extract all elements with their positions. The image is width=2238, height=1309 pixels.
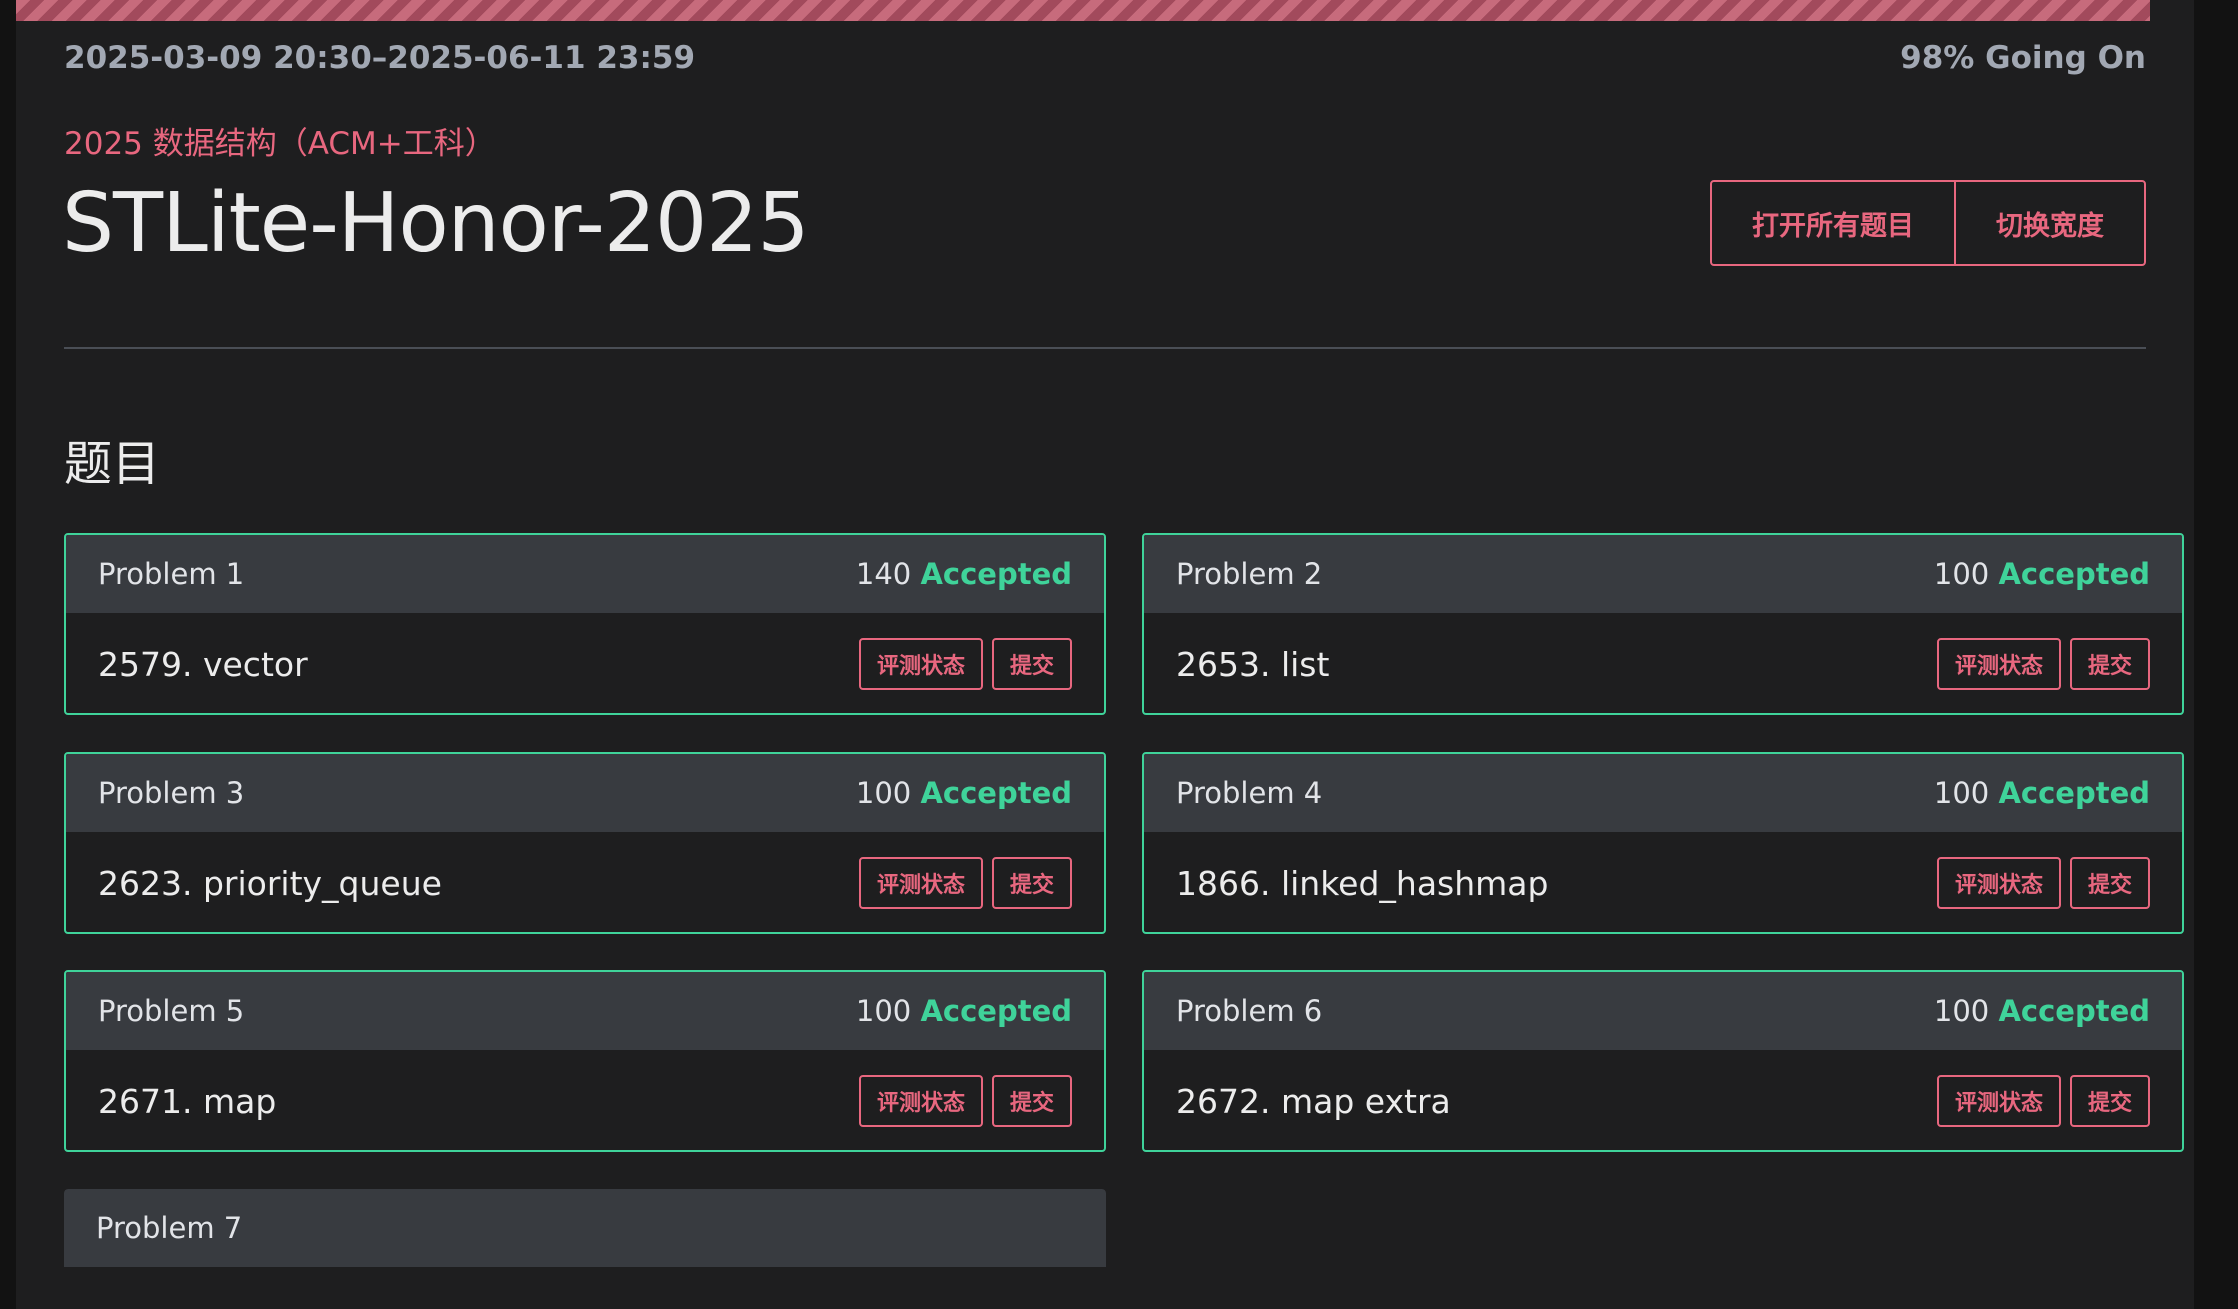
problem-label: Problem 3 xyxy=(98,776,245,810)
problem-label: Problem 6 xyxy=(1176,994,1323,1028)
problem-actions: 评测状态 提交 xyxy=(1936,1075,2150,1127)
problem-actions: 评测状态 提交 xyxy=(1936,857,2150,909)
problem-card-header: Problem 2 100 Accepted xyxy=(1144,535,2182,613)
contest-meta-row: 2025-03-09 20:30–2025-06-11 23:59 98% Go… xyxy=(64,40,2146,76)
problem-label: Problem 1 xyxy=(98,557,245,591)
contest-status: 98% Going On xyxy=(1900,40,2146,76)
verdict-accepted: Accepted xyxy=(920,776,1072,810)
problem-card: Problem 5 100 Accepted 2671. map 评测状态 提交 xyxy=(64,970,1106,1152)
score-value: 100 xyxy=(855,776,912,810)
problem-card-body: 1866. linked_hashmap 评测状态 提交 xyxy=(1144,832,2182,932)
open-all-problems-button[interactable]: 打开所有题目 xyxy=(1712,182,1954,264)
score-value: 100 xyxy=(855,994,912,1028)
judge-status-button[interactable]: 评测状态 xyxy=(1936,1075,2061,1127)
problem-card-header: Problem 6 100 Accepted xyxy=(1144,972,2182,1050)
header-divider xyxy=(64,347,2146,349)
problem-card-body: 2653. list 评测状态 提交 xyxy=(1144,613,2182,713)
contest-page: 2025-03-09 20:30–2025-06-11 23:59 98% Go… xyxy=(16,0,2194,1309)
problem-card-body: 2579. vector 评测状态 提交 xyxy=(66,613,1104,713)
problem-card-body: 2671. map 评测状态 提交 xyxy=(66,1050,1104,1150)
submit-button[interactable]: 提交 xyxy=(991,638,1072,690)
problem-actions: 评测状态 提交 xyxy=(858,857,1072,909)
problem-name-link[interactable]: 1866. linked_hashmap xyxy=(1176,864,1548,903)
judge-status-button[interactable]: 评测状态 xyxy=(1936,638,2061,690)
submit-button[interactable]: 提交 xyxy=(991,1075,1072,1127)
problem-card-header: Problem 5 100 Accepted xyxy=(66,972,1104,1050)
contest-time-range: 2025-03-09 20:30–2025-06-11 23:59 xyxy=(64,40,696,76)
problem-card-header: Problem 1 140 Accepted xyxy=(66,535,1104,613)
problem-score: 100 Accepted xyxy=(856,776,1072,810)
problem-card: Problem 3 100 Accepted 2623. priority_qu… xyxy=(64,752,1106,934)
problem-score: 140 Accepted xyxy=(856,557,1072,591)
problem-label: Problem 7 xyxy=(96,1211,243,1245)
contest-progress-fill xyxy=(16,0,2151,21)
problem-card-header: Problem 3 100 Accepted xyxy=(66,754,1104,832)
problem-name-link[interactable]: 2653. list xyxy=(1176,645,1329,684)
verdict-accepted: Accepted xyxy=(1998,994,2150,1028)
problem-actions: 评测状态 提交 xyxy=(858,638,1072,690)
submit-button[interactable]: 提交 xyxy=(2069,1075,2150,1127)
problem-card: Problem 6 100 Accepted 2672. map extra 评… xyxy=(1142,970,2184,1152)
judge-status-button[interactable]: 评测状态 xyxy=(1936,857,2061,909)
problem-name-link[interactable]: 2671. map xyxy=(98,1082,276,1121)
problem-score: 100 Accepted xyxy=(1934,994,2150,1028)
verdict-accepted: Accepted xyxy=(920,557,1072,591)
course-link[interactable]: 2025 数据结构（ACM+工科） xyxy=(64,118,496,163)
problem-card-header: Problem 7 xyxy=(64,1189,1106,1267)
judge-status-button[interactable]: 评测状态 xyxy=(858,1075,983,1127)
problem-name-link[interactable]: 2672. map extra xyxy=(1176,1082,1451,1121)
contest-progress-bar xyxy=(16,0,2194,21)
problem-card: Problem 4 100 Accepted 1866. linked_hash… xyxy=(1142,752,2184,934)
score-value: 100 xyxy=(1933,557,1990,591)
verdict-accepted: Accepted xyxy=(1998,776,2150,810)
score-value: 140 xyxy=(855,557,912,591)
problem-name-link[interactable]: 2623. priority_queue xyxy=(98,864,442,903)
problem-card-body: 2672. map extra 评测状态 提交 xyxy=(1144,1050,2182,1150)
problem-label: Problem 2 xyxy=(1176,557,1323,591)
score-value: 100 xyxy=(1933,776,1990,810)
contest-title: STLite-Honor-2025 xyxy=(62,176,810,271)
problem-card: Problem 1 140 Accepted 2579. vector 评测状态… xyxy=(64,533,1106,715)
verdict-accepted: Accepted xyxy=(920,994,1072,1028)
score-value: 100 xyxy=(1933,994,1990,1028)
problem-score: 100 Accepted xyxy=(1934,557,2150,591)
header-button-group: 打开所有题目 切换宽度 xyxy=(1710,180,2146,266)
submit-button[interactable]: 提交 xyxy=(2069,857,2150,909)
problem-card-header: Problem 4 100 Accepted xyxy=(1144,754,2182,832)
problem-card: Problem 2 100 Accepted 2653. list 评测状态 提… xyxy=(1142,533,2184,715)
submit-button[interactable]: 提交 xyxy=(2069,638,2150,690)
problem-actions: 评测状态 提交 xyxy=(1936,638,2150,690)
problem-label: Problem 4 xyxy=(1176,776,1323,810)
problems-section-title: 题目 xyxy=(64,436,161,492)
problem-label: Problem 5 xyxy=(98,994,245,1028)
submit-button[interactable]: 提交 xyxy=(991,857,1072,909)
verdict-accepted: Accepted xyxy=(1998,557,2150,591)
problem-card: Problem 7 xyxy=(64,1189,1106,1309)
problem-actions: 评测状态 提交 xyxy=(858,1075,1072,1127)
problem-card-body: 2623. priority_queue 评测状态 提交 xyxy=(66,832,1104,932)
judge-status-button[interactable]: 评测状态 xyxy=(858,638,983,690)
problem-name-link[interactable]: 2579. vector xyxy=(98,645,308,684)
judge-status-button[interactable]: 评测状态 xyxy=(858,857,983,909)
problem-score: 100 Accepted xyxy=(1934,776,2150,810)
problem-score: 100 Accepted xyxy=(856,994,1072,1028)
toggle-width-button[interactable]: 切换宽度 xyxy=(1954,182,2144,264)
